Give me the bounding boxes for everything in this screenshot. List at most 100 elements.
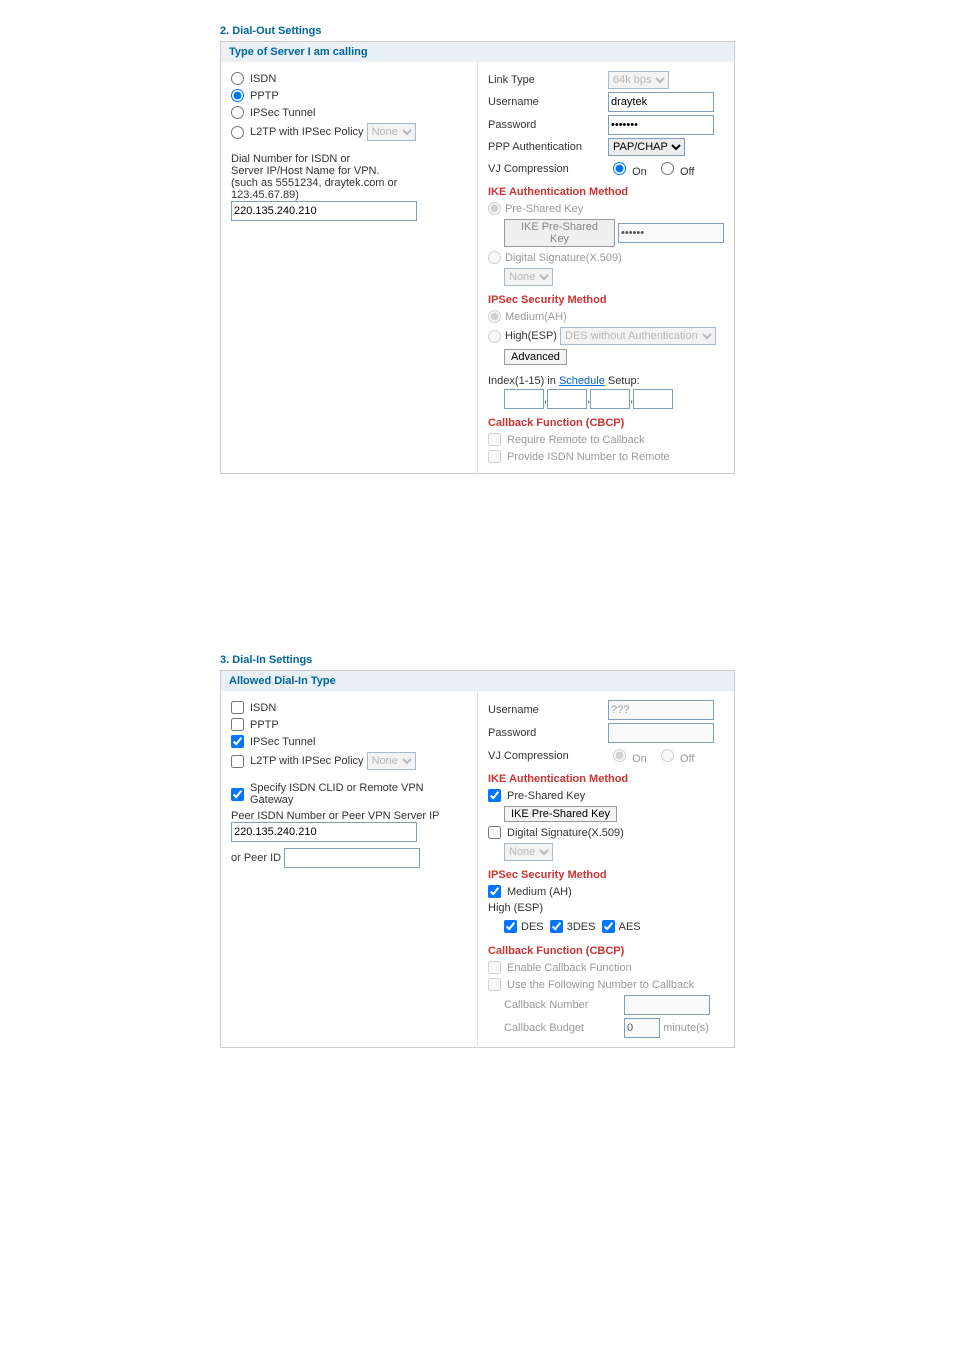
schedule-input-4[interactable]: [633, 389, 673, 409]
vj-on-radio[interactable]: [613, 162, 626, 175]
link-type-select[interactable]: 64k bps: [608, 71, 669, 89]
ike-psk-button[interactable]: IKE Pre-Shared Key: [504, 219, 615, 247]
specify-clid[interactable]: Specify ISDN CLID or Remote VPN Gateway: [231, 782, 467, 806]
dialout-section-title: 2. Dial-Out Settings: [220, 25, 735, 37]
dialin-vj-off[interactable]: Off: [656, 753, 695, 765]
server-type-ipsec-radio[interactable]: [231, 106, 244, 119]
dialin-cbcp-usenum[interactable]: Use the Following Number to Callback: [488, 978, 724, 991]
dialin-3des-checkbox[interactable]: [550, 920, 563, 933]
dialin-3des[interactable]: 3DES: [550, 920, 596, 933]
dialin-pptp-label: PPTP: [250, 719, 279, 731]
dialin-username-input[interactable]: [608, 700, 714, 720]
dial-label-1: Dial Number for ISDN or: [231, 153, 467, 165]
l2tp-policy-select[interactable]: None: [367, 123, 416, 141]
ike-digsig-label: Digital Signature(X.509): [505, 252, 622, 264]
ipsec-high-radio[interactable]: [488, 330, 501, 343]
ike-psk-radio[interactable]: [488, 202, 501, 215]
schedule-input-3[interactable]: [590, 389, 630, 409]
ike-digsig-radio[interactable]: [488, 251, 501, 264]
cbcp-provide-checkbox[interactable]: [488, 450, 501, 463]
server-type-pptp[interactable]: PPTP: [231, 89, 467, 102]
dialin-pptp-checkbox[interactable]: [231, 718, 244, 731]
dialin-psk-button[interactable]: IKE Pre-Shared Key: [504, 806, 617, 822]
ipsec-high-label: High(ESP): [505, 330, 557, 342]
dialin-cbcp-enable-checkbox[interactable]: [488, 961, 501, 974]
link-type-label: Link Type: [488, 74, 608, 86]
server-type-isdn-radio[interactable]: [231, 72, 244, 85]
dialin-cbcp-heading: Callback Function (CBCP): [488, 945, 724, 957]
dialin-cbcp-enable[interactable]: Enable Callback Function: [488, 961, 724, 974]
peer-input[interactable]: [231, 822, 417, 842]
ipsec-sec-heading: IPSec Security Method: [488, 294, 724, 306]
dialin-type-l2tp[interactable]: L2TP with IPSec Policy None: [231, 752, 467, 770]
dialin-ike-digsig-checkbox[interactable]: [488, 826, 501, 839]
dialin-ike-psk[interactable]: Pre-Shared Key: [488, 789, 724, 802]
dialin-aes-label: AES: [619, 921, 641, 933]
dialin-ipsec-heading: IPSec Security Method: [488, 869, 724, 881]
dialin-ike-digsig-select[interactable]: None: [504, 843, 553, 861]
specify-clid-checkbox[interactable]: [231, 788, 244, 801]
vj-off-radio[interactable]: [661, 162, 674, 175]
cbcp-require-checkbox[interactable]: [488, 433, 501, 446]
dialin-des-checkbox[interactable]: [504, 920, 517, 933]
dialin-cbcp-enable-label: Enable Callback Function: [507, 962, 632, 974]
vj-off[interactable]: Off: [656, 166, 695, 178]
dialin-cbcp-usenum-label: Use the Following Number to Callback: [507, 979, 694, 991]
dialin-aes[interactable]: AES: [602, 920, 641, 933]
server-type-ipsec[interactable]: IPSec Tunnel: [231, 106, 467, 119]
advanced-button[interactable]: Advanced: [504, 349, 567, 365]
dialin-password-input[interactable]: [608, 723, 714, 743]
callback-number-label: Callback Number: [504, 999, 624, 1011]
dialin-ipsec-checkbox[interactable]: [231, 735, 244, 748]
dialin-vj-on-radio[interactable]: [613, 749, 626, 762]
schedule-link[interactable]: Schedule: [559, 375, 605, 387]
dialin-des[interactable]: DES: [504, 920, 544, 933]
vj-on-label: On: [632, 166, 647, 178]
password-input[interactable]: [608, 115, 714, 135]
dialin-ike-digsig[interactable]: Digital Signature(X.509): [488, 826, 724, 839]
vj-label: VJ Compression: [488, 163, 608, 175]
callback-budget-input[interactable]: [624, 1018, 660, 1038]
ipsec-medium-radio[interactable]: [488, 310, 501, 323]
dialin-l2tp-checkbox[interactable]: [231, 755, 244, 768]
callback-number-input[interactable]: [624, 995, 710, 1015]
ike-digsig-select[interactable]: None: [504, 268, 553, 286]
server-type-isdn[interactable]: ISDN: [231, 72, 467, 85]
dialin-type-isdn[interactable]: ISDN: [231, 701, 467, 714]
peer-label: Peer ISDN Number or Peer VPN Server IP: [231, 810, 467, 822]
schedule-input-1[interactable]: [504, 389, 544, 409]
dialin-left-header: Allowed Dial-In Type: [221, 671, 478, 692]
server-type-pptp-radio[interactable]: [231, 89, 244, 102]
dialin-ipsec-high-label: High (ESP): [488, 902, 724, 914]
dialin-isdn-checkbox[interactable]: [231, 701, 244, 714]
dialin-ipsec-medium-checkbox[interactable]: [488, 885, 501, 898]
dialin-type-pptp[interactable]: PPTP: [231, 718, 467, 731]
server-type-l2tp-radio[interactable]: [231, 126, 244, 139]
or-peer-label: or Peer ID: [231, 852, 281, 864]
dialin-password-label: Password: [488, 727, 608, 739]
schedule-input-2[interactable]: [547, 389, 587, 409]
dialin-type-ipsec[interactable]: IPSec Tunnel: [231, 735, 467, 748]
dialin-ipsec-medium-label: Medium (AH): [507, 886, 572, 898]
dialin-vj-off-radio[interactable]: [661, 749, 674, 762]
server-type-l2tp[interactable]: L2TP with IPSec Policy None: [231, 123, 467, 141]
dialin-ike-psk-checkbox[interactable]: [488, 789, 501, 802]
ipsec-high-select[interactable]: DES without Authentication: [560, 327, 716, 345]
dialin-vj-on-label: On: [632, 753, 647, 765]
dialin-l2tp-policy-select[interactable]: None: [367, 752, 416, 770]
dialin-vj-off-label: Off: [680, 753, 694, 765]
dialin-aes-checkbox[interactable]: [602, 920, 615, 933]
dialin-ike-heading: IKE Authentication Method: [488, 773, 724, 785]
ipsec-medium-label: Medium(AH): [505, 311, 567, 323]
dialin-ipsec-medium[interactable]: Medium (AH): [488, 885, 724, 898]
schedule-prefix: Index(1-15) in: [488, 375, 559, 387]
username-input[interactable]: [608, 92, 714, 112]
vj-on[interactable]: On: [608, 166, 647, 178]
ppp-auth-select[interactable]: PAP/CHAP: [608, 138, 685, 156]
dial-number-input[interactable]: [231, 201, 417, 221]
dialin-cbcp-usenum-checkbox[interactable]: [488, 978, 501, 991]
dialin-vj-on[interactable]: On: [608, 753, 647, 765]
ike-psk-value[interactable]: [618, 223, 724, 243]
ike-psk-label: Pre-Shared Key: [505, 203, 583, 215]
or-peer-input[interactable]: [284, 848, 420, 868]
